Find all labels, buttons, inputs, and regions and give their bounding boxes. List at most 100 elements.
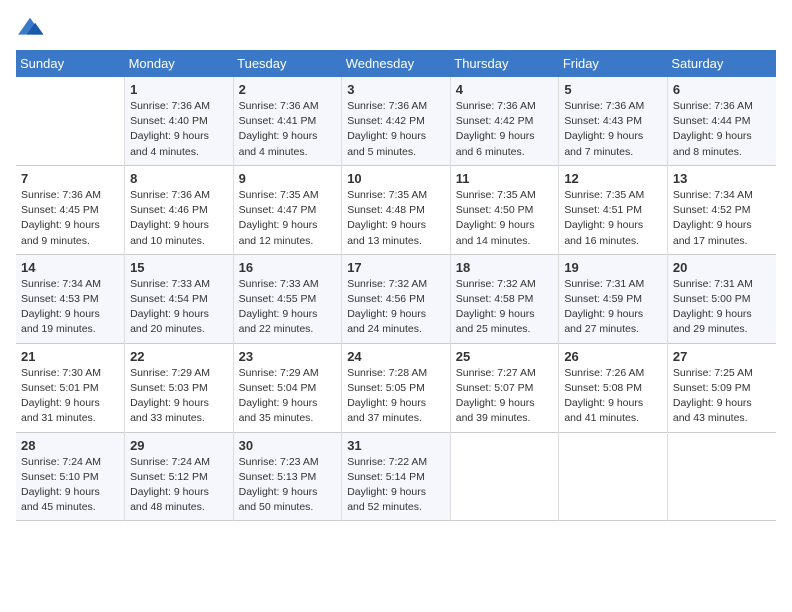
calendar-cell: 25Sunrise: 7:27 AMSunset: 5:07 PMDayligh… <box>450 343 559 432</box>
day-number: 26 <box>564 349 662 364</box>
day-info: Sunrise: 7:25 AMSunset: 5:09 PMDaylight:… <box>673 366 771 427</box>
day-number: 4 <box>456 82 554 97</box>
weekday-header-monday: Monday <box>125 50 234 77</box>
day-number: 28 <box>21 438 119 453</box>
day-number: 24 <box>347 349 445 364</box>
calendar-cell: 16 Sunrise: 7:33 AMSunset: 4:55 PMDayligh… <box>233 254 342 343</box>
weekday-header-sunday: Sunday <box>16 50 125 77</box>
day-info: Sunrise: 7:29 AMSunset: 5:04 PMDaylight:… <box>239 366 337 427</box>
calendar-cell: 26 Sunrise: 7:26 AMSunset: 5:08 PMDayligh… <box>559 343 668 432</box>
calendar-cell: 11 Sunrise: 7:35 AMSunset: 4:50 PMDayligh… <box>450 165 559 254</box>
day-info: Sunrise: 7:36 AMSunset: 4:45 PMDaylight:… <box>21 188 119 249</box>
calendar-cell: 15Sunrise: 7:33 AMSunset: 4:54 PMDayligh… <box>125 254 234 343</box>
day-info: Sunrise: 7:22 AMSunset: 5:14 PMDaylight:… <box>347 455 445 516</box>
calendar-cell: 24 Sunrise: 7:28 AMSunset: 5:05 PMDayligh… <box>342 343 451 432</box>
day-info: Sunrise: 7:36 AMSunset: 4:44 PMDaylight:… <box>673 99 771 160</box>
calendar-cell: 29 Sunrise: 7:24 AMSunset: 5:12 PMDayligh… <box>125 432 234 521</box>
day-info: Sunrise: 7:35 AMSunset: 4:50 PMDaylight:… <box>456 188 554 249</box>
day-info: Sunrise: 7:28 AMSunset: 5:05 PMDaylight:… <box>347 366 445 427</box>
day-info: Sunrise: 7:23 AMSunset: 5:13 PMDaylight:… <box>239 455 337 516</box>
day-number: 21 <box>21 349 119 364</box>
day-info: Sunrise: 7:36 AMSunset: 4:42 PMDaylight:… <box>456 99 554 160</box>
day-number: 6 <box>673 82 771 97</box>
day-info: Sunrise: 7:36 AMSunset: 4:43 PMDaylight:… <box>564 99 662 160</box>
calendar-cell: 19 Sunrise: 7:31 AMSunset: 4:59 PMDayligh… <box>559 254 668 343</box>
calendar-week-row: 28Sunrise: 7:24 AMSunset: 5:10 PMDayligh… <box>16 432 776 521</box>
calendar-cell: 9 Sunrise: 7:35 AMSunset: 4:47 PMDaylight… <box>233 165 342 254</box>
calendar-cell: 30 Sunrise: 7:23 AMSunset: 5:13 PMDayligh… <box>233 432 342 521</box>
day-info: Sunrise: 7:35 AMSunset: 4:47 PMDaylight:… <box>239 188 337 249</box>
day-info: Sunrise: 7:31 AMSunset: 4:59 PMDaylight:… <box>564 277 662 338</box>
calendar-cell <box>559 432 668 521</box>
day-number: 22 <box>130 349 228 364</box>
calendar-cell <box>450 432 559 521</box>
day-info: Sunrise: 7:36 AMSunset: 4:41 PMDaylight:… <box>239 99 337 160</box>
day-number: 27 <box>673 349 771 364</box>
day-info: Sunrise: 7:36 AMSunset: 4:40 PMDaylight:… <box>130 99 228 160</box>
calendar-cell: 10 Sunrise: 7:35 AMSunset: 4:48 PMDayligh… <box>342 165 451 254</box>
calendar-cell: 4 Sunrise: 7:36 AMSunset: 4:42 PMDaylight… <box>450 77 559 165</box>
weekday-header-thursday: Thursday <box>450 50 559 77</box>
weekday-header-wednesday: Wednesday <box>342 50 451 77</box>
calendar-cell: 23 Sunrise: 7:29 AMSunset: 5:04 PMDayligh… <box>233 343 342 432</box>
day-number: 2 <box>239 82 337 97</box>
day-number: 11 <box>456 171 554 186</box>
day-number: 1 <box>130 82 228 97</box>
day-info: Sunrise: 7:29 AMSunset: 5:03 PMDaylight:… <box>130 366 228 427</box>
weekday-header-friday: Friday <box>559 50 668 77</box>
calendar-cell: 22 Sunrise: 7:29 AMSunset: 5:03 PMDayligh… <box>125 343 234 432</box>
day-number: 19 <box>564 260 662 275</box>
calendar-cell: 2 Sunrise: 7:36 AMSunset: 4:41 PMDaylight… <box>233 77 342 165</box>
calendar-cell <box>16 77 125 165</box>
weekday-header-row: SundayMondayTuesdayWednesdayThursdayFrid… <box>16 50 776 77</box>
day-info: Sunrise: 7:33 AMSunset: 4:55 PMDaylight:… <box>239 277 337 338</box>
calendar-cell: 12 Sunrise: 7:35 AMSunset: 4:51 PMDayligh… <box>559 165 668 254</box>
calendar-cell: 31Sunrise: 7:22 AMSunset: 5:14 PMDayligh… <box>342 432 451 521</box>
day-number: 14 <box>21 260 119 275</box>
day-info: Sunrise: 7:33 AMSunset: 4:54 PMDaylight:… <box>130 277 228 338</box>
calendar-cell <box>667 432 776 521</box>
weekday-header-saturday: Saturday <box>667 50 776 77</box>
day-info: Sunrise: 7:24 AMSunset: 5:12 PMDaylight:… <box>130 455 228 516</box>
day-info: Sunrise: 7:35 AMSunset: 4:48 PMDaylight:… <box>347 188 445 249</box>
day-number: 10 <box>347 171 445 186</box>
calendar-cell: 13 Sunrise: 7:34 AMSunset: 4:52 PMDayligh… <box>667 165 776 254</box>
logo-icon <box>16 16 44 38</box>
page-header <box>16 16 776 38</box>
calendar-cell: 1 Sunrise: 7:36 AMSunset: 4:40 PMDaylight… <box>125 77 234 165</box>
day-number: 8 <box>130 171 228 186</box>
day-number: 30 <box>239 438 337 453</box>
day-info: Sunrise: 7:35 AMSunset: 4:51 PMDaylight:… <box>564 188 662 249</box>
calendar-cell: 21 Sunrise: 7:30 AMSunset: 5:01 PMDayligh… <box>16 343 125 432</box>
day-info: Sunrise: 7:36 AMSunset: 4:42 PMDaylight:… <box>347 99 445 160</box>
day-number: 13 <box>673 171 771 186</box>
day-info: Sunrise: 7:26 AMSunset: 5:08 PMDaylight:… <box>564 366 662 427</box>
calendar-cell: 7 Sunrise: 7:36 AMSunset: 4:45 PMDaylight… <box>16 165 125 254</box>
calendar-table: SundayMondayTuesdayWednesdayThursdayFrid… <box>16 50 776 521</box>
calendar-cell: 20 Sunrise: 7:31 AMSunset: 5:00 PMDayligh… <box>667 254 776 343</box>
calendar-cell: 3Sunrise: 7:36 AMSunset: 4:42 PMDaylight… <box>342 77 451 165</box>
calendar-header: SundayMondayTuesdayWednesdayThursdayFrid… <box>16 50 776 77</box>
day-number: 23 <box>239 349 337 364</box>
calendar-body: 1 Sunrise: 7:36 AMSunset: 4:40 PMDaylight… <box>16 77 776 521</box>
calendar-cell: 8 Sunrise: 7:36 AMSunset: 4:46 PMDaylight… <box>125 165 234 254</box>
day-info: Sunrise: 7:34 AMSunset: 4:52 PMDaylight:… <box>673 188 771 249</box>
day-number: 5 <box>564 82 662 97</box>
day-number: 12 <box>564 171 662 186</box>
day-number: 20 <box>673 260 771 275</box>
day-number: 9 <box>239 171 337 186</box>
day-number: 7 <box>21 171 119 186</box>
calendar-cell: 28Sunrise: 7:24 AMSunset: 5:10 PMDayligh… <box>16 432 125 521</box>
logo <box>16 16 48 38</box>
day-info: Sunrise: 7:31 AMSunset: 5:00 PMDaylight:… <box>673 277 771 338</box>
day-number: 18 <box>456 260 554 275</box>
weekday-header-tuesday: Tuesday <box>233 50 342 77</box>
day-number: 17 <box>347 260 445 275</box>
calendar-week-row: 21 Sunrise: 7:30 AMSunset: 5:01 PMDayligh… <box>16 343 776 432</box>
calendar-cell: 14Sunrise: 7:34 AMSunset: 4:53 PMDayligh… <box>16 254 125 343</box>
day-number: 16 <box>239 260 337 275</box>
day-info: Sunrise: 7:30 AMSunset: 5:01 PMDaylight:… <box>21 366 119 427</box>
calendar-cell: 17Sunrise: 7:32 AMSunset: 4:56 PMDayligh… <box>342 254 451 343</box>
day-number: 29 <box>130 438 228 453</box>
day-info: Sunrise: 7:36 AMSunset: 4:46 PMDaylight:… <box>130 188 228 249</box>
